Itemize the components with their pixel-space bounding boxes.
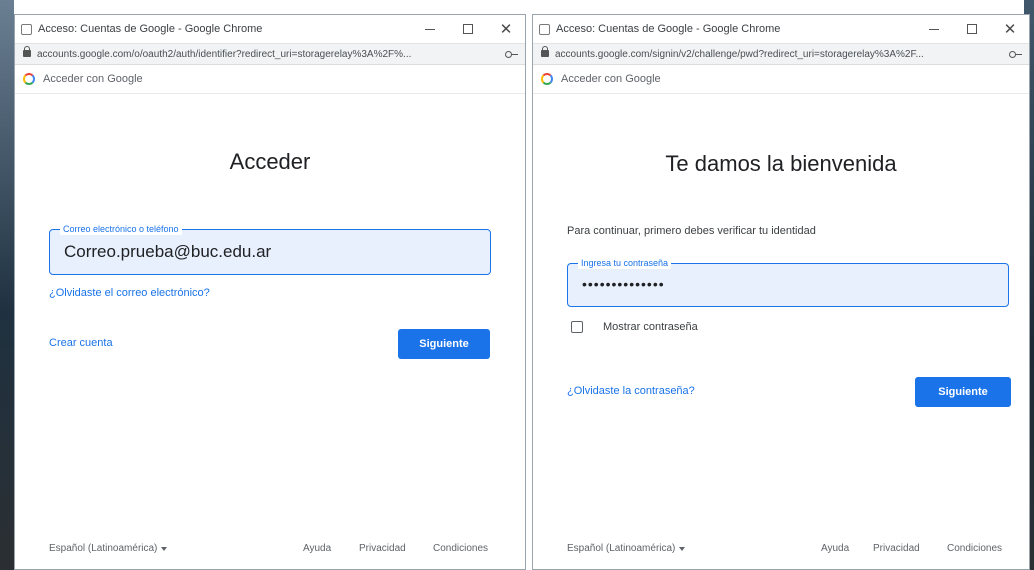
caret-down-icon xyxy=(161,546,168,551)
url-text[interactable]: accounts.google.com/o/oauth2/auth/identi… xyxy=(37,49,499,60)
password-field-value[interactable]: •••••••••••••• xyxy=(582,276,665,292)
signin-header-text: Acceder con Google xyxy=(43,73,143,85)
title-bar[interactable]: Acceso: Cuentas de Google - Google Chrom… xyxy=(15,15,525,44)
key-icon[interactable] xyxy=(505,50,519,58)
privacy-link[interactable]: Privacidad xyxy=(359,543,406,554)
footer: Español (Latinoamérica) Ayuda Privacidad… xyxy=(533,531,1029,569)
google-logo-icon xyxy=(541,73,553,85)
language-label: Español (Latinoamérica) xyxy=(567,543,676,554)
email-field-label: Correo electrónico o teléfono xyxy=(60,223,182,235)
privacy-link[interactable]: Privacidad xyxy=(873,543,920,554)
window-title: Acceso: Cuentas de Google - Google Chrom… xyxy=(38,23,263,35)
chrome-page-icon xyxy=(539,23,550,35)
help-link[interactable]: Ayuda xyxy=(821,543,849,554)
minimize-button[interactable] xyxy=(915,15,953,43)
help-link[interactable]: Ayuda xyxy=(303,543,331,554)
create-account-link[interactable]: Crear cuenta xyxy=(49,337,113,349)
show-password-checkbox[interactable] xyxy=(571,321,583,333)
signin-header-text: Acceder con Google xyxy=(561,73,661,85)
address-bar[interactable]: accounts.google.com/signin/v2/challenge/… xyxy=(533,44,1029,65)
language-selector[interactable]: Español (Latinoamérica) xyxy=(567,543,686,554)
page-title: Acceder xyxy=(229,149,311,174)
browser-window-signin: Acceso: Cuentas de Google - Google Chrom… xyxy=(14,14,526,570)
window-controls: ✕ xyxy=(915,15,1029,43)
minimize-button[interactable] xyxy=(411,15,449,43)
close-button[interactable]: ✕ xyxy=(487,15,525,43)
window-title: Acceso: Cuentas de Google - Google Chrom… xyxy=(556,23,781,35)
lock-icon[interactable] xyxy=(23,46,31,58)
show-password-label[interactable]: Mostrar contraseña xyxy=(603,321,698,333)
next-button[interactable]: Siguiente xyxy=(398,329,490,359)
google-logo-icon xyxy=(23,73,35,85)
verify-identity-text: Para continuar, primero debes verificar … xyxy=(567,225,816,237)
key-icon[interactable] xyxy=(1009,50,1023,58)
terms-link[interactable]: Condiciones xyxy=(947,543,1002,554)
forgot-password-link[interactable]: ¿Olvidaste la contraseña? xyxy=(567,385,695,397)
address-bar[interactable]: accounts.google.com/o/oauth2/auth/identi… xyxy=(15,44,525,65)
url-text[interactable]: accounts.google.com/signin/v2/challenge/… xyxy=(555,49,1003,60)
browser-window-password: Acceso: Cuentas de Google - Google Chrom… xyxy=(532,14,1030,570)
google-signin-header: Acceder con Google xyxy=(533,65,1029,94)
next-button[interactable]: Siguiente xyxy=(915,377,1011,407)
email-field-value[interactable]: Correo.prueba@buc.edu.ar xyxy=(64,242,271,262)
lock-icon[interactable] xyxy=(541,46,549,58)
desktop-background-left xyxy=(0,0,14,570)
close-button[interactable]: ✕ xyxy=(991,15,1029,43)
footer: Español (Latinoamérica) Ayuda Privacidad… xyxy=(15,531,525,569)
email-field[interactable]: Correo electrónico o teléfono Correo.pru… xyxy=(49,223,491,275)
page-title: Te damos la bienvenida xyxy=(665,151,897,176)
title-bar[interactable]: Acceso: Cuentas de Google - Google Chrom… xyxy=(533,15,1029,44)
password-field-label: Ingresa tu contraseña xyxy=(578,257,672,269)
language-selector[interactable]: Español (Latinoamérica) xyxy=(49,543,168,554)
maximize-button[interactable] xyxy=(449,15,487,43)
maximize-button[interactable] xyxy=(953,15,991,43)
google-signin-header: Acceder con Google xyxy=(15,65,525,94)
password-field[interactable]: Ingresa tu contraseña •••••••••••••• xyxy=(567,257,1009,307)
window-controls: ✕ xyxy=(411,15,525,43)
forgot-email-link[interactable]: ¿Olvidaste el correo electrónico? xyxy=(49,287,210,299)
terms-link[interactable]: Condiciones xyxy=(433,543,488,554)
caret-down-icon xyxy=(679,546,686,551)
chrome-page-icon xyxy=(21,23,32,35)
language-label: Español (Latinoamérica) xyxy=(49,543,158,554)
